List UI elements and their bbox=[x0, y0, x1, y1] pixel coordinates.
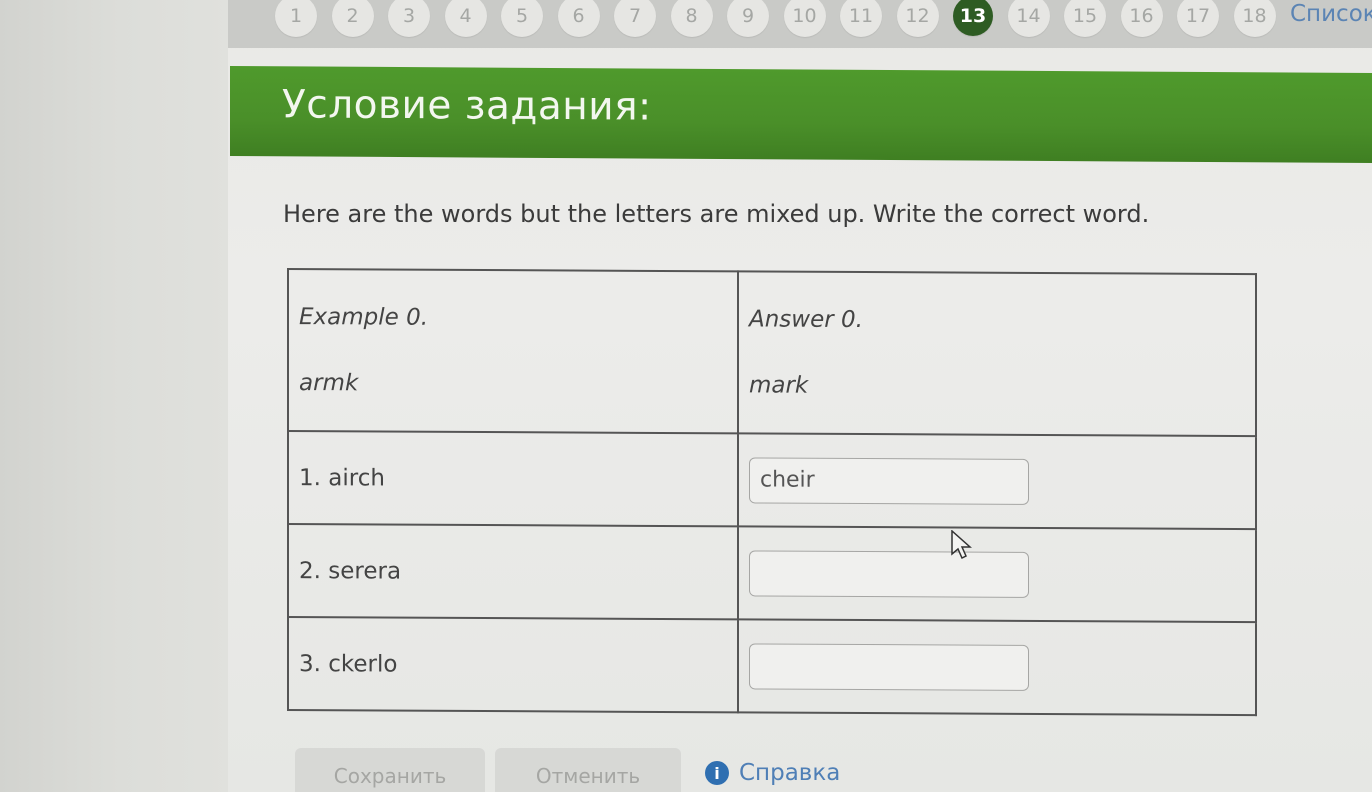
question-cell-3: 3. ckerlo bbox=[288, 617, 738, 713]
example-row: Example 0. armk Answer 0. mark bbox=[288, 269, 1256, 437]
task-header: Условие задания: bbox=[230, 66, 1372, 163]
answer-cell-3 bbox=[737, 619, 1256, 716]
answer-cell-2 bbox=[737, 526, 1256, 623]
page-button-16[interactable]: 16 bbox=[1120, 0, 1163, 37]
example-label: Example 0. bbox=[299, 304, 429, 331]
table-row: 1. airch bbox=[288, 431, 1256, 530]
example-answer: mark bbox=[748, 372, 809, 399]
answer-input-1[interactable] bbox=[748, 456, 1029, 505]
answer-input-2[interactable] bbox=[748, 549, 1029, 598]
page-button-13-active[interactable]: 13 bbox=[953, 0, 993, 36]
task-table: Example 0. armk Answer 0. mark 1. airch … bbox=[287, 268, 1257, 716]
question-pager: 1 2 3 4 5 6 7 8 9 10 11 12 13 14 15 16 1… bbox=[275, 0, 1372, 44]
table-row: 3. ckerlo bbox=[288, 617, 1256, 716]
page-button-6[interactable]: 6 bbox=[557, 0, 600, 37]
example-question-cell: Example 0. armk bbox=[288, 269, 738, 434]
question-cell-1: 1. airch bbox=[288, 431, 738, 527]
page-button-17[interactable]: 17 bbox=[1177, 0, 1219, 37]
page-button-11[interactable]: 11 bbox=[840, 0, 882, 37]
save-button[interactable]: Сохранить bbox=[295, 748, 485, 792]
page-button-18[interactable]: 18 bbox=[1233, 0, 1276, 37]
page-button-1[interactable]: 1 bbox=[275, 0, 317, 37]
page-button-4[interactable]: 4 bbox=[444, 0, 487, 37]
page-button-10[interactable]: 10 bbox=[783, 0, 826, 37]
question-cell-2: 2. serera bbox=[288, 524, 738, 620]
help-label: Справка bbox=[739, 760, 841, 786]
page-button-5[interactable]: 5 bbox=[501, 0, 543, 37]
answer-input-3[interactable] bbox=[748, 642, 1029, 691]
answer-cell-1 bbox=[737, 433, 1256, 530]
page-button-12[interactable]: 12 bbox=[896, 0, 939, 37]
footer-actions: Сохранить Отменить i Справка bbox=[295, 748, 840, 792]
mouse-pointer-icon bbox=[951, 530, 972, 560]
task-instruction: Here are the words but the letters are m… bbox=[283, 200, 1150, 228]
cancel-button[interactable]: Отменить bbox=[495, 748, 681, 792]
example-answer-cell: Answer 0. mark bbox=[737, 271, 1256, 437]
help-link[interactable]: i Справка bbox=[705, 760, 840, 786]
page-button-3[interactable]: 3 bbox=[388, 0, 430, 37]
page-button-2[interactable]: 2 bbox=[331, 0, 374, 37]
page-button-14[interactable]: 14 bbox=[1007, 0, 1050, 37]
page-button-7[interactable]: 7 bbox=[614, 0, 656, 37]
page-button-8[interactable]: 8 bbox=[670, 0, 713, 37]
table-row: 2. serera bbox=[288, 524, 1256, 623]
task-header-title: Условие задания: bbox=[282, 82, 652, 130]
page-button-15[interactable]: 15 bbox=[1064, 0, 1106, 37]
info-icon: i bbox=[705, 761, 729, 785]
page: 1 2 3 4 5 6 7 8 9 10 11 12 13 14 15 16 1… bbox=[0, 0, 1372, 792]
page-button-9[interactable]: 9 bbox=[727, 0, 769, 37]
example-word: armk bbox=[299, 370, 359, 397]
example-answer-label: Answer 0. bbox=[748, 306, 863, 334]
question-list-link[interactable]: Список bbox=[1290, 1, 1372, 27]
